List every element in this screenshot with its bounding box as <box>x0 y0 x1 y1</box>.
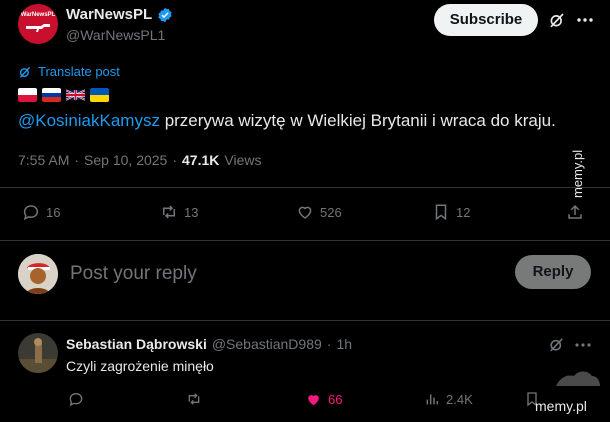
repost-action[interactable]: 13 <box>160 203 198 221</box>
post-body: przerywa wizytę w Wielkiej Brytanii i wr… <box>159 111 556 130</box>
views-count: 47.1K <box>182 152 220 168</box>
current-user-avatar[interactable] <box>18 254 58 294</box>
side-watermark: memy.pl <box>570 149 585 198</box>
reply-input[interactable] <box>68 258 372 290</box>
cartoon-avatar-icon <box>18 254 58 294</box>
post-text: @KosiniakKamysz przerywa wizytę w Wielki… <box>18 110 556 132</box>
divider <box>0 187 610 188</box>
more-icon[interactable] <box>574 338 592 352</box>
poland-flag-icon <box>18 88 37 102</box>
translate-icon <box>19 66 31 78</box>
share-icon[interactable] <box>566 203 584 221</box>
reply-author-handle[interactable]: @SebastianD989 <box>212 336 322 352</box>
avatar-logo-text: WarNewsPL <box>20 11 56 18</box>
post-time[interactable]: 7:55 AM <box>18 152 69 168</box>
reply-count: 16 <box>46 204 61 220</box>
author-handle[interactable]: @WarNewsPL1 <box>66 27 165 43</box>
verified-badge-icon <box>158 7 172 22</box>
repost-icon[interactable] <box>186 391 202 407</box>
subscribe-button[interactable]: Subscribe <box>434 4 538 36</box>
grok-icon[interactable] <box>548 11 566 29</box>
reply-views-count: 2.4K <box>446 391 473 407</box>
repost-count: 13 <box>184 204 199 220</box>
bookmark-action[interactable]: 12 <box>432 203 470 221</box>
bookmark-count: 12 <box>456 204 471 220</box>
translate-post-link[interactable]: Translate post <box>38 64 120 79</box>
like-action[interactable]: 526 <box>296 203 342 221</box>
corner-watermark: memy.pl <box>535 398 587 414</box>
russia-flag-icon <box>42 88 61 102</box>
like-count: 526 <box>320 204 342 220</box>
divider <box>0 320 610 321</box>
reply-action[interactable]: 16 <box>22 203 60 221</box>
reply-text: Czyli zagrożenie minęło <box>66 358 214 374</box>
reply-views-action[interactable]: 2.4K <box>424 391 473 407</box>
watermark-logo-icon <box>556 371 600 386</box>
uk-flag-icon <box>66 88 85 102</box>
reply-age[interactable]: 1h <box>336 336 352 352</box>
author-name[interactable]: WarNewsPL <box>66 6 152 23</box>
reply-icon <box>23 205 39 221</box>
bookmark-icon <box>435 204 447 221</box>
author-avatar[interactable]: WarNewsPL <box>18 4 58 44</box>
grok-icon[interactable] <box>548 336 565 353</box>
post-meta: 7:55 AM · Sep 10, 2025 · 47.1K Views <box>18 152 261 168</box>
more-icon[interactable] <box>576 12 594 28</box>
meta-dot: · <box>74 152 80 168</box>
repost-icon <box>163 205 175 219</box>
reply-author-avatar[interactable] <box>18 333 58 373</box>
post-date[interactable]: Sep 10, 2025 <box>84 152 167 168</box>
reply-like-action[interactable]: 66 <box>305 391 342 408</box>
views-label: Views <box>224 152 262 168</box>
reply-icon[interactable] <box>68 391 84 407</box>
rifle-icon <box>25 23 50 32</box>
photo-avatar-icon <box>18 333 58 373</box>
reply-meta-dot: · <box>326 336 332 352</box>
divider <box>0 240 610 241</box>
heart-filled-icon <box>308 395 319 406</box>
heart-icon <box>298 206 312 219</box>
mention-link[interactable]: @KosiniakKamysz <box>18 111 160 130</box>
views-chart-icon <box>426 394 439 405</box>
meta-dot: · <box>172 152 178 168</box>
reply-author-name[interactable]: Sebastian Dąbrowski <box>66 336 207 352</box>
reply-button[interactable]: Reply <box>515 255 591 289</box>
ukraine-flag-icon <box>90 88 109 102</box>
reply-like-count: 66 <box>328 392 343 407</box>
